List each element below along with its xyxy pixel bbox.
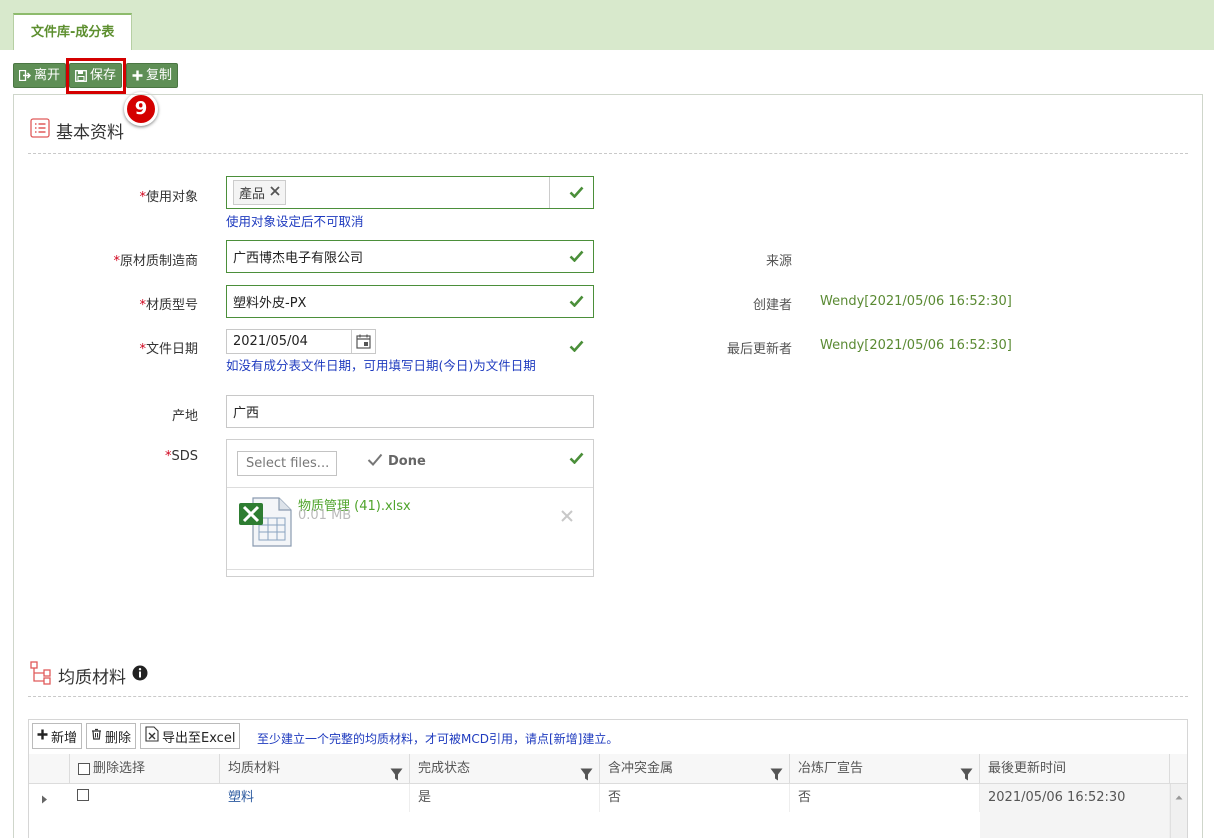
valid-check-icon	[569, 340, 584, 356]
sds-upload-box: Select files... Done 物质管理 (41).xlsx 0.01…	[226, 439, 594, 577]
origin-value: 广西	[233, 406, 260, 421]
export-button-label: 导出至Excel	[162, 730, 236, 746]
column-header-smelter[interactable]: 冶炼厂宣告	[790, 754, 980, 784]
info-icon[interactable]	[132, 665, 148, 686]
top-header-bar	[0, 0, 1214, 50]
valid-check-icon	[569, 186, 584, 202]
add-button-label: 新增	[51, 730, 78, 746]
sds-label: *SDS	[164, 449, 198, 464]
usage-target-hint: 使用对象设定后不可取消	[226, 214, 364, 229]
valid-check-icon	[569, 452, 584, 468]
doc-date-input[interactable]: 2021/05/04	[226, 329, 376, 354]
tree-structure-icon	[30, 661, 52, 690]
last-updater-label: 最后更新者	[726, 342, 792, 357]
origin-input[interactable]: 广西	[226, 395, 594, 428]
row-material-link[interactable]: 塑料	[220, 784, 410, 812]
row-checkbox[interactable]	[77, 789, 89, 801]
basic-info-title: 基本资料	[56, 123, 124, 143]
section-divider	[28, 153, 1188, 154]
plus-icon	[132, 70, 143, 81]
row-status: 是	[410, 784, 600, 812]
section-divider	[28, 696, 1188, 697]
remove-tag-icon[interactable]	[270, 185, 280, 200]
calendar-icon[interactable]	[356, 334, 371, 353]
excel-file-icon	[239, 496, 295, 552]
leave-button-label: 离开	[34, 68, 61, 83]
usage-target-tag-label: 產品	[239, 187, 266, 202]
last-updater-value: Wendy[2021/05/06 16:52:30]	[820, 338, 1012, 353]
valid-check-icon	[569, 295, 584, 311]
scroll-up-icon[interactable]	[1175, 789, 1183, 804]
expand-column-header	[29, 754, 70, 784]
basic-info-section-title: 基本资料	[30, 118, 124, 143]
row-conflict: 否	[600, 784, 790, 812]
uploaded-file-size: 0.01 MB	[298, 508, 352, 523]
copy-button[interactable]: 复制	[126, 63, 179, 88]
doc-date-value: 2021/05/04	[233, 334, 308, 349]
row-smelter: 否	[790, 784, 980, 812]
source-label: 来源	[765, 254, 792, 269]
column-header-updated[interactable]: 最後更新时间	[980, 754, 1170, 784]
leave-button[interactable]: 离开	[13, 63, 67, 88]
manufacturer-label: *原材质制造商	[113, 254, 198, 269]
column-header-status[interactable]: 完成状态	[410, 754, 600, 784]
select-files-button[interactable]: Select files...	[237, 451, 337, 476]
export-excel-button[interactable]: 导出至Excel	[140, 723, 241, 749]
done-check-icon	[367, 453, 383, 470]
creator-value: Wendy[2021/05/06 16:52:30]	[820, 294, 1012, 309]
expand-row-icon[interactable]	[41, 793, 48, 808]
homogeneous-hint: 至少建立一个完整的均质材料，才可被MCD引用，请点[新增]建立。	[257, 732, 619, 746]
usage-target-label: *使用对象	[139, 190, 198, 205]
manufacturer-value: 广西博杰电子有限公司	[233, 251, 364, 266]
column-header-select: 删除选择	[70, 754, 220, 784]
done-label: Done	[388, 454, 426, 469]
vertical-scrollbar[interactable]	[1170, 784, 1187, 838]
column-header-material[interactable]: 均质材料	[220, 754, 410, 784]
tab-document-library[interactable]: 文件库-成分表	[13, 13, 133, 50]
column-header-conflict[interactable]: 含冲突金属	[600, 754, 790, 784]
row-updated: 2021/05/06 16:52:30	[980, 784, 1170, 838]
save-highlight-box	[66, 58, 126, 94]
upload-status: Done	[367, 453, 426, 470]
delete-homogeneous-button[interactable]: 删除	[86, 723, 137, 749]
origin-label: 产地	[171, 409, 198, 424]
copy-button-label: 复制	[146, 68, 173, 83]
doc-date-label: *文件日期	[139, 342, 198, 357]
plus-icon	[37, 729, 48, 744]
valid-check-icon	[569, 250, 584, 266]
homogeneous-section-title: 均质材料	[30, 661, 148, 690]
column-header-label: 删除选择	[93, 760, 146, 776]
trash-icon	[91, 728, 102, 744]
select-all-checkbox[interactable]	[78, 762, 90, 775]
add-homogeneous-button[interactable]: 新增	[32, 723, 83, 749]
creator-label: 创建者	[752, 298, 792, 313]
doc-date-hint: 如没有成分表文件日期，可用填写日期(今日)为文件日期	[226, 358, 536, 373]
usage-target-field[interactable]: 產品	[226, 176, 594, 209]
delete-button-label: 删除	[105, 730, 132, 746]
list-icon	[30, 118, 50, 143]
remove-file-icon[interactable]	[561, 510, 573, 526]
exit-icon	[19, 70, 31, 81]
usage-target-tag: 產品	[233, 180, 287, 205]
material-model-label: *材质型号	[139, 298, 198, 313]
material-model-input[interactable]: 塑料外皮-PX	[226, 285, 594, 318]
excel-export-icon	[145, 726, 159, 746]
material-model-value: 塑料外皮-PX	[233, 296, 307, 311]
homogeneous-title: 均质材料	[58, 668, 126, 688]
manufacturer-input[interactable]: 广西博杰电子有限公司	[226, 240, 594, 273]
